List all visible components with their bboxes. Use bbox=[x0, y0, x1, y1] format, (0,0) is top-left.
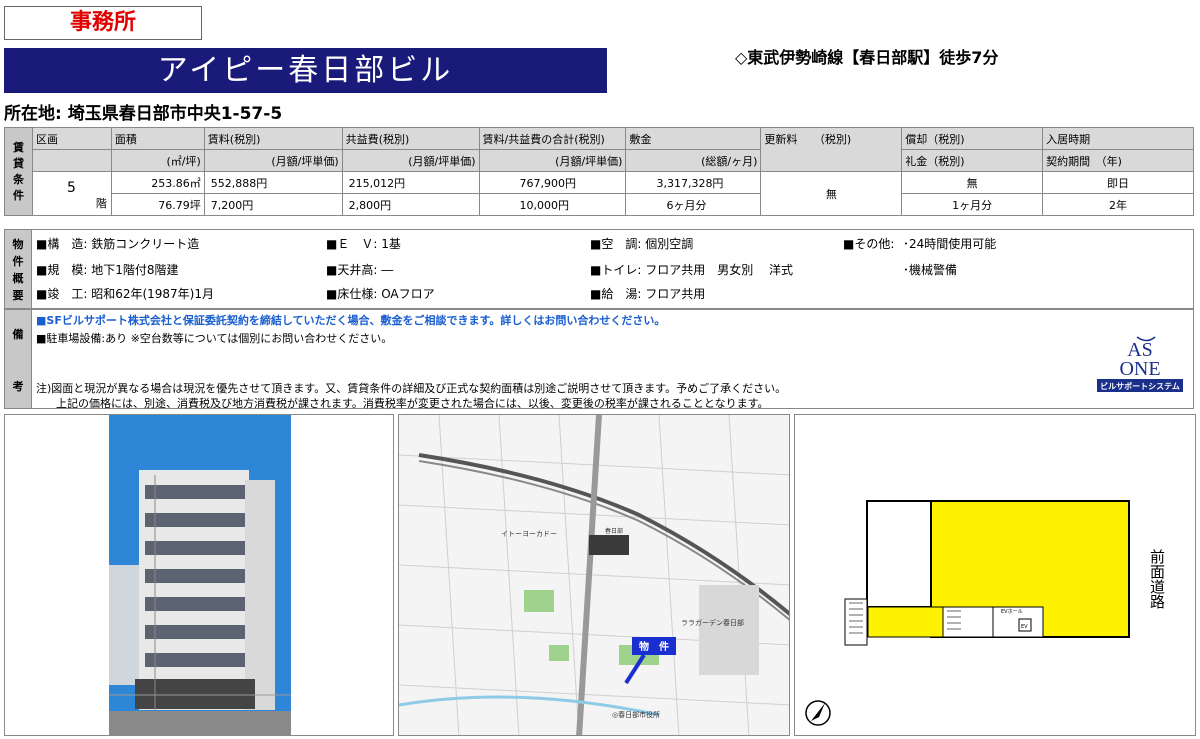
address: 所在地: 埼玉県春日部市中央1-57-5 bbox=[4, 104, 283, 124]
area-sqm: 253.86㎡ bbox=[110, 171, 205, 194]
station-access: ◇東武伊勢崎線【春日部駅】徒歩7分 bbox=[735, 48, 999, 67]
as-one-logo: AS ONE ビルサポートシステム bbox=[1097, 334, 1183, 392]
subheader-rent: (月額/坪単価) bbox=[203, 149, 343, 172]
header-deposit: 敷金 bbox=[625, 127, 762, 150]
move-in-value: 即日 bbox=[1042, 171, 1194, 194]
renewal-value: 無 bbox=[760, 171, 903, 216]
header-amortization: 償却（税別) bbox=[901, 127, 1044, 150]
building-photo bbox=[109, 415, 291, 735]
floorplan-ev: EV bbox=[1021, 624, 1028, 630]
deposit-total: 3,317,328円 bbox=[625, 171, 762, 194]
header-rent: 賃料(税別) bbox=[203, 127, 343, 150]
subheader-common: (月額/坪単価) bbox=[341, 149, 480, 172]
contract-years-value: 2年 bbox=[1042, 193, 1194, 216]
map-station-label: 春日部 bbox=[605, 527, 623, 535]
common-tsubo: 2,800円 bbox=[341, 193, 480, 216]
property-type-label: 事務所 bbox=[4, 6, 202, 40]
floor-plan: EVホール EV 前面道路 bbox=[805, 500, 1166, 726]
rental-conditions-table: 賃貸条件 区画 面積 賃料(税別) 共益費(税別) 賃料/共益費の合計(税別) … bbox=[4, 127, 1194, 216]
header-section: 区画 bbox=[31, 127, 112, 150]
remark-parking: ■駐車場設備:あり ※空台数等については個別にお問い合わせください。 bbox=[36, 332, 393, 345]
overview-other-label: ■その他: bbox=[843, 237, 895, 251]
overview-floor: ■床仕様: OAフロア bbox=[326, 287, 435, 301]
remarks-side-label: 備考 bbox=[4, 309, 32, 409]
floor-cell: 5 階 bbox=[31, 171, 112, 216]
map-cityhall-label: ◎春日部市役所 bbox=[612, 710, 660, 719]
rental-side-label: 賃貸条件 bbox=[4, 127, 33, 216]
header-section-blank bbox=[31, 149, 112, 172]
header-move-in: 入居時期 bbox=[1042, 127, 1194, 150]
area-tsubo: 76.79坪 bbox=[110, 193, 205, 216]
overview-side-label: 物件概要 bbox=[4, 229, 32, 309]
map-ito-label: イトーヨーカドー bbox=[501, 530, 557, 538]
floor-plan-panel: EVホール EV 前面道路 bbox=[794, 414, 1196, 736]
remark-guarantee: ■SFビルサポート株式会社と保証委託契約を締結していただく場合、敷金をご相談でき… bbox=[36, 314, 666, 327]
deposit-months: 6ヶ月分 bbox=[625, 193, 762, 216]
map-lala-label: ララガーデン春日部 bbox=[681, 618, 744, 627]
key-money-value: 1ヶ月分 bbox=[901, 193, 1044, 216]
floor-suffix: 階 bbox=[95, 197, 107, 210]
overview-structure: ■構 造: 鉄筋コンクリート造 bbox=[36, 237, 200, 251]
subheader-contract: 契約期間 （年) bbox=[1042, 149, 1194, 172]
as-one-logo-mark: AS ONE ビルサポートシステム bbox=[1097, 336, 1183, 392]
subheader-key-money: 礼金（税別) bbox=[901, 149, 1044, 172]
floor-number: 5 bbox=[66, 180, 76, 196]
road-label-text: 前面道路 bbox=[1148, 549, 1166, 609]
rent-tsubo: 7,200円 bbox=[203, 193, 343, 216]
overview-ceiling: ■天井高: ― bbox=[326, 263, 394, 277]
subheader-total: (月額/坪単価) bbox=[478, 149, 627, 172]
total-tsubo: 10,000円 bbox=[478, 193, 627, 216]
overview-built: ■竣 工: 昭和62年(1987年)1月 bbox=[36, 287, 215, 301]
header-renewal: 更新料 （税別) bbox=[760, 127, 903, 172]
header-common: 共益費(税別) bbox=[341, 127, 480, 150]
road-label: 前面道路 bbox=[1148, 549, 1166, 609]
logo-line2: ONE bbox=[1119, 358, 1160, 380]
location-map-panel: イトーヨーカドー ララガーデン春日部 ◎春日部市役所 春日部 物 件 bbox=[398, 414, 790, 736]
overview-aircon: ■空 調: 個別空調 bbox=[590, 237, 694, 251]
header-area: 面積 bbox=[110, 127, 205, 150]
overview-other-2: ･機械警備 bbox=[903, 263, 958, 277]
total-monthly: 767,900円 bbox=[478, 171, 627, 194]
location-map: イトーヨーカドー ララガーデン春日部 ◎春日部市役所 春日部 物 件 bbox=[399, 415, 789, 735]
overview-ev: ■Ｅ Ｖ: 1基 bbox=[326, 237, 401, 251]
overview-toilet: ■トイレ: フロア共用 男女別 洋式 bbox=[590, 263, 794, 277]
logo-tagline: ビルサポートシステム bbox=[1100, 381, 1180, 391]
common-monthly: 215,012円 bbox=[341, 171, 480, 194]
subheader-area: (㎡/坪) bbox=[110, 149, 205, 172]
building-photo-panel bbox=[4, 414, 394, 736]
rent-monthly: 552,888円 bbox=[203, 171, 343, 194]
overview-water: ■給 湯: フロア共用 bbox=[590, 287, 706, 301]
map-property-label: 物 件 bbox=[639, 640, 669, 653]
subheader-deposit: (総額/ヶ月) bbox=[625, 149, 762, 172]
building-name-title: アイピー春日部ビル bbox=[4, 48, 607, 93]
overview-scale: ■規 模: 地下1階付8階建 bbox=[36, 263, 179, 277]
amortization-value: 無 bbox=[901, 171, 1044, 194]
header-total: 賃料/共益費の合計(税別) bbox=[478, 127, 627, 150]
remark-note-1: 注)図面と現況が異なる場合は現況を優先させて頂きます。又、賃貸条件の詳細及び正式… bbox=[36, 382, 787, 395]
floorplan-ev-hall: EVホール bbox=[1001, 609, 1023, 615]
remark-note-2: 上記の価格には、別途、消費税及び地方消費税が課されます。消費税率が変更された場合… bbox=[56, 397, 769, 410]
overview-other-1: ･24時間使用可能 bbox=[903, 237, 997, 251]
